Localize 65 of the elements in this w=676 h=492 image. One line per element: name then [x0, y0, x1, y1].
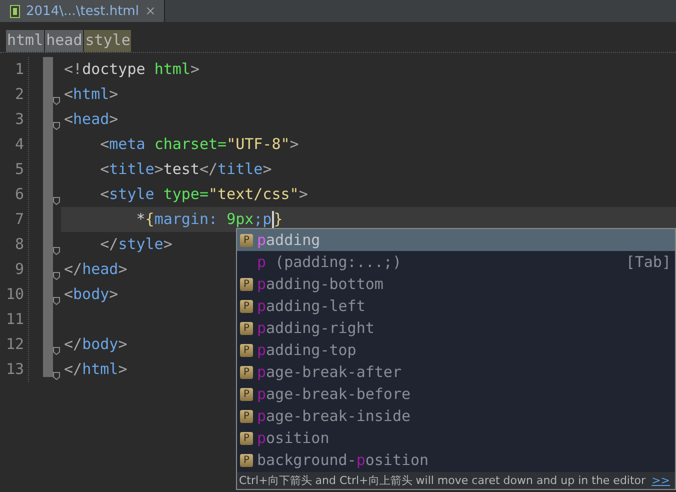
line-number: 1	[14, 59, 25, 80]
line-number: 2	[14, 84, 25, 105]
code-line: </style>	[99, 235, 172, 253]
completion-item[interactable]: P page-break-before	[237, 383, 675, 405]
line-number: 9	[14, 259, 25, 280]
property-icon: P	[240, 432, 253, 444]
code-line: *{margin: 9px;p}	[135, 210, 283, 228]
fold-marker-icon[interactable]	[53, 297, 60, 305]
hint-link[interactable]: >>	[652, 474, 670, 487]
code-line: <body>	[64, 285, 118, 303]
hint-text: Ctrl+向下箭头 and Ctrl+向上箭头 will move caret down and up in the editor	[239, 473, 646, 488]
property-icon: P	[240, 234, 253, 246]
line-number: 11	[4, 309, 25, 330]
property-icon: P	[240, 366, 253, 378]
completion-item[interactable]: P page-break-after	[237, 361, 675, 383]
line-number: 5	[14, 159, 25, 180]
fold-marker-icon[interactable]	[53, 197, 60, 205]
property-icon: P	[240, 322, 253, 334]
code-line: <title>test</title>	[99, 160, 272, 178]
breadcrumb[interactable]: style	[84, 30, 132, 52]
property-icon: P	[240, 454, 253, 466]
code-line: </head>	[64, 260, 128, 278]
completion-item[interactable]: P position	[237, 427, 675, 449]
fold-marker-icon[interactable]	[53, 122, 60, 130]
property-icon: P	[240, 388, 253, 400]
shortcut-hint: [Tab]	[626, 253, 672, 271]
line-number: 13	[4, 359, 25, 380]
close-icon[interactable]: ×	[144, 4, 156, 18]
fold-marker-icon[interactable]	[53, 347, 60, 355]
line-number: 10	[4, 284, 25, 305]
fold-marker-icon[interactable]	[53, 97, 60, 105]
editor-tab[interactable]: 2014\...\test.html ×	[0, 0, 165, 22]
code-line: <meta charset="UTF-8">	[99, 135, 299, 153]
file-icon	[10, 4, 20, 18]
code-line: <style type="text/css">	[99, 185, 308, 203]
tab-title: 2014\...\test.html	[26, 4, 139, 18]
completion-item[interactable]: P background-position	[237, 449, 675, 471]
completion-item[interactable]: P padding-top	[237, 339, 675, 361]
breadcrumb[interactable]: html	[6, 30, 44, 52]
breadcrumb[interactable]: head	[45, 30, 84, 52]
line-number: 4	[14, 134, 25, 155]
fold-marker-icon[interactable]	[53, 247, 60, 255]
fold-marker-icon[interactable]	[53, 372, 60, 380]
code-line: </body>	[64, 335, 128, 353]
property-icon: P	[240, 410, 253, 422]
property-icon: P	[240, 300, 253, 312]
code-line: <!doctype html>	[64, 60, 200, 78]
line-number: 12	[4, 334, 25, 355]
completion-item[interactable]: p (padding:...;) [Tab]	[237, 251, 675, 273]
line-number: 8	[14, 234, 25, 255]
completion-item[interactable]: P padding-right	[237, 317, 675, 339]
completion-item[interactable]: P page-break-inside	[237, 405, 675, 427]
fold-marker-icon[interactable]	[53, 272, 60, 280]
code-line: <html>	[64, 85, 118, 103]
text-caret	[272, 210, 274, 229]
line-number: 3	[14, 109, 25, 130]
property-icon: P	[240, 344, 253, 356]
completion-item[interactable]: P padding-left	[237, 295, 675, 317]
code-line: </html>	[64, 360, 128, 378]
completion-item[interactable]: P padding-bottom	[237, 273, 675, 295]
line-number: 7	[14, 209, 25, 230]
code-line: <head>	[64, 110, 118, 128]
line-number: 6	[14, 184, 25, 205]
property-icon: P	[240, 278, 253, 290]
completion-item[interactable]: P padding	[237, 229, 675, 251]
